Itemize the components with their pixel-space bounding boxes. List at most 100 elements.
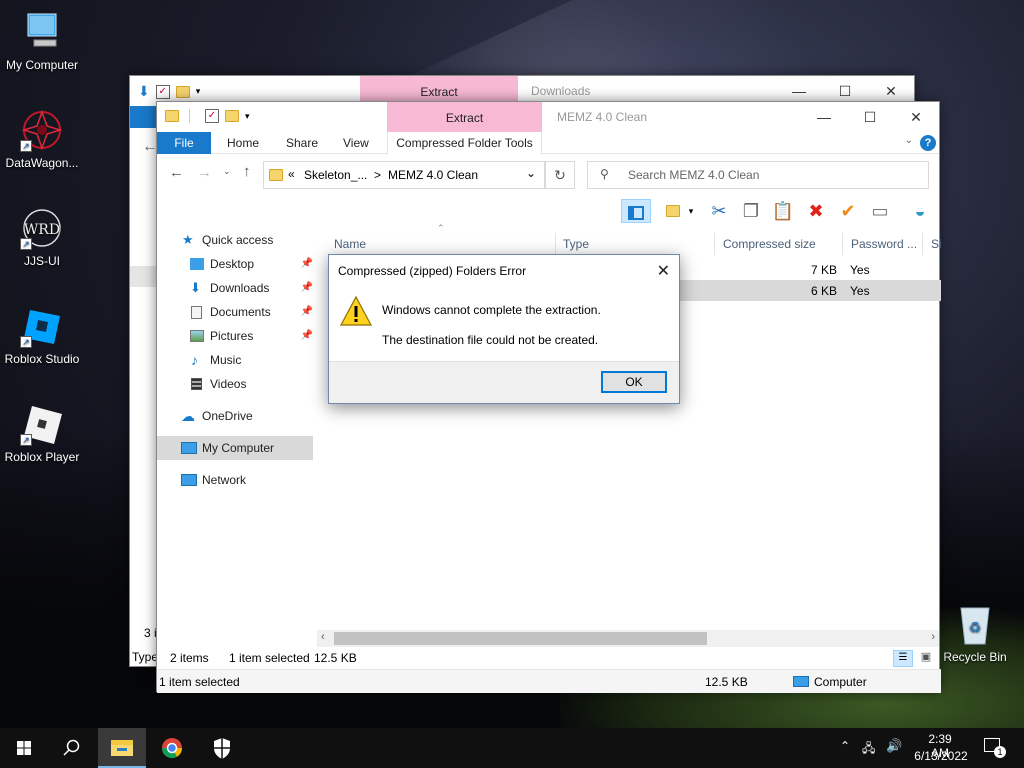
scroll-right-icon[interactable]: ›	[931, 631, 935, 643]
desktop-icon-datawagon[interactable]: ↗ DataWagon...	[0, 108, 84, 170]
column-compressed-size[interactable]: Compressed size	[723, 233, 843, 255]
system-tray: ⌃ 🖧 🔊 2:39 AM 6/13/2022 1	[836, 728, 1024, 768]
shell-icon[interactable]: ◒	[908, 199, 932, 223]
address-bar[interactable]: « Skeleton_... > MEMZ 4.0 Clean ⌄	[263, 161, 545, 189]
tab-compressed-folder-tools[interactable]: Compressed Folder Tools	[387, 132, 542, 154]
desktop-icon-roblox-player[interactable]: ↗ Roblox Player	[0, 402, 84, 464]
up-button[interactable]: ↑	[243, 163, 251, 180]
desktop-icon-jjs-ui[interactable]: WRD ↗ JJS-UI	[0, 206, 84, 268]
close-button[interactable]: ✕	[893, 102, 939, 132]
new-folder-icon[interactable]	[225, 110, 239, 122]
details-view-button[interactable]: ☰	[893, 650, 913, 667]
search-icon: ⚲	[600, 167, 609, 181]
cloud-icon: ☁	[181, 408, 195, 424]
paste-icon[interactable]: 📋	[771, 199, 795, 223]
column-size[interactable]: Si	[931, 233, 941, 255]
tab-home[interactable]: Home	[227, 132, 259, 154]
tab-file[interactable]: File	[157, 132, 211, 154]
taskbar-security[interactable]	[198, 728, 246, 768]
help-icon[interactable]: ?	[920, 135, 936, 151]
clock-date[interactable]: 6/13/2022	[912, 749, 970, 763]
jjs-ui-icon: WRD ↗	[20, 206, 64, 250]
status-item-count: 2 items	[170, 651, 209, 665]
address-overflow[interactable]: «	[288, 167, 295, 181]
pin-icon[interactable]: 📌	[301, 324, 313, 348]
shortcut-arrow-icon: ↗	[20, 336, 32, 348]
nav-item-videos[interactable]: Videos	[157, 372, 317, 396]
nav-item-network[interactable]: Network	[157, 468, 317, 492]
dropdown-icon[interactable]: ▾	[685, 199, 697, 223]
horizontal-scrollbar[interactable]: ‹ ›	[317, 630, 939, 647]
dialog-close-button[interactable]: ✕	[657, 261, 670, 281]
back-button[interactable]: ←	[169, 164, 184, 181]
delete-icon[interactable]: ✖	[804, 199, 828, 223]
column-type[interactable]: Type	[563, 233, 715, 255]
copy-icon[interactable]: ❐	[739, 199, 763, 223]
show-hidden-icons-icon[interactable]: ⌃	[840, 739, 850, 753]
desktop-icon-roblox-studio[interactable]: ↗ Roblox Studio	[0, 304, 84, 366]
properties-icon[interactable]: ✓	[155, 84, 170, 99]
properties-icon[interactable]: ✓	[205, 109, 219, 123]
details-selected: 1 item selected	[159, 675, 240, 689]
preview-pane-icon[interactable]	[621, 199, 651, 223]
rename-icon[interactable]: ▭	[868, 199, 892, 223]
cell-password: Yes	[850, 284, 870, 298]
ok-button[interactable]: OK	[601, 371, 667, 393]
error-dialog[interactable]: Compressed (zipped) Folders Error ✕ Wind…	[328, 254, 680, 404]
nav-item-documents[interactable]: Documents 📌	[157, 300, 317, 324]
tab-share[interactable]: Share	[286, 132, 318, 154]
pin-icon[interactable]: 📌	[301, 276, 313, 300]
scrollbar-thumb[interactable]	[334, 632, 707, 645]
breadcrumb-separator: >	[374, 168, 382, 182]
breadcrumb-memz[interactable]: MEMZ 4.0 Clean	[388, 168, 478, 182]
pin-icon[interactable]: 📌	[301, 252, 313, 276]
dialog-message-primary: Windows cannot complete the extraction.	[382, 303, 601, 317]
expand-ribbon-icon[interactable]: ⌄	[905, 135, 913, 146]
status-bar: 2 items 1 item selected 12.5 KB ☰ ▣	[157, 647, 941, 669]
scroll-left-icon[interactable]: ‹	[321, 631, 325, 643]
check-icon[interactable]: ✔	[836, 199, 860, 223]
network-icon[interactable]: 🖧	[862, 739, 875, 760]
download-arrow-icon[interactable]: ⬇	[138, 83, 150, 100]
window-title: MEMZ 4.0 Clean	[557, 110, 648, 124]
nav-item-onedrive[interactable]: ☁ OneDrive	[157, 404, 317, 428]
context-tab-extract[interactable]: Extract	[387, 102, 542, 132]
tab-view[interactable]: View	[343, 132, 369, 154]
search-button[interactable]	[48, 728, 96, 768]
column-name[interactable]: Name	[334, 233, 556, 255]
address-dropdown-icon[interactable]: ⌄	[526, 166, 536, 180]
new-folder-icon[interactable]	[661, 199, 685, 223]
pin-icon[interactable]: 📌	[301, 300, 313, 324]
nav-item-pictures[interactable]: Pictures 📌	[157, 324, 317, 348]
title-bar[interactable]: ✓ ▾ Extract MEMZ 4.0 Clean — ☐ ✕	[157, 102, 939, 132]
breadcrumb-skeleton[interactable]: Skeleton_...	[304, 168, 367, 182]
start-button[interactable]	[0, 728, 48, 768]
nav-item-my-computer[interactable]: My Computer	[157, 436, 313, 460]
taskbar-chrome[interactable]	[148, 728, 196, 768]
qat-dropdown-icon[interactable]: ▾	[245, 111, 250, 122]
large-icons-view-button[interactable]: ▣	[917, 650, 935, 667]
cut-icon[interactable]: ✂	[707, 199, 731, 223]
maximize-button[interactable]: ☐	[847, 102, 893, 132]
desktop-icon-recycle-bin[interactable]: ♻ Recycle Bin	[933, 602, 1017, 664]
recent-locations-icon[interactable]: ⌄	[223, 166, 231, 177]
status-type: Type	[132, 650, 159, 664]
search-placeholder: Search MEMZ 4.0 Clean	[628, 168, 760, 182]
nav-item-downloads[interactable]: ⬇ Downloads 📌	[157, 276, 317, 300]
nav-item-music[interactable]: ♪ Music	[157, 348, 317, 372]
column-password[interactable]: Password ...	[851, 233, 923, 255]
nav-item-quick-access[interactable]: ★ Quick access	[157, 228, 317, 252]
forward-button[interactable]: →	[197, 164, 212, 181]
minimize-button[interactable]: —	[801, 102, 847, 132]
film-icon	[191, 378, 202, 390]
nav-item-desktop[interactable]: Desktop 📌	[157, 252, 317, 276]
volume-icon[interactable]: 🔊	[886, 738, 902, 754]
new-folder-icon[interactable]	[175, 85, 190, 98]
search-box[interactable]: ⚲ Search MEMZ 4.0 Clean	[587, 161, 929, 189]
qat-dropdown-icon[interactable]: ▾	[196, 86, 201, 97]
desktop-icon-my-computer[interactable]: My Computer	[0, 10, 84, 72]
status-item-count: 3 i	[144, 626, 157, 640]
cell-compressed-size: 6 KB	[810, 284, 837, 298]
refresh-button[interactable]: ↻	[545, 161, 575, 189]
taskbar-file-explorer[interactable]	[98, 728, 146, 768]
